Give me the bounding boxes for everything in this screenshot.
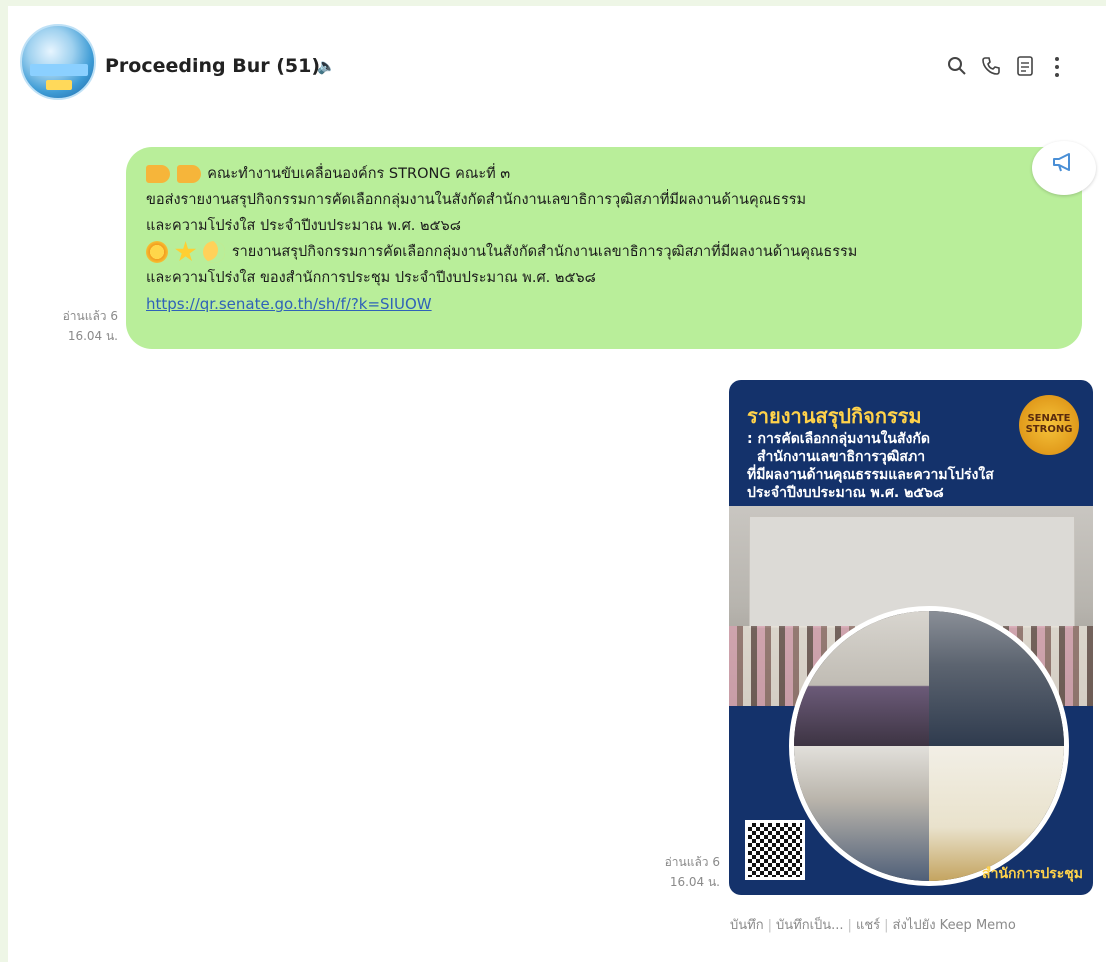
group-avatar[interactable] xyxy=(20,24,96,100)
share-action[interactable]: แชร์ xyxy=(856,918,880,933)
message-line: และความโปร่งใส ประจำปีงบประมาณ พ.ศ. ๒๕๖๘ xyxy=(146,218,461,234)
message-line: คณะทำงานขับเคลื่อนองค์กร STRONG คณะที่ ๓ xyxy=(146,161,1062,187)
message-link-line: https://qr.senate.go.th/sh/f/?k=SIUOW xyxy=(146,291,1062,318)
send-to-keep-memo-action[interactable]: ส่งไปยัง Keep Memo xyxy=(893,918,1016,933)
chat-header: Proceeding Bur (51) 🔈 xyxy=(8,6,1106,100)
collage-photo xyxy=(794,611,929,746)
read-receipt: อ่านแล้ว 6 xyxy=(62,309,118,323)
message-line: ขอส่งรายงานสรุปกิจกรรมการคัดเลือกกลุ่มงา… xyxy=(146,192,807,208)
message-link[interactable]: https://qr.senate.go.th/sh/f/?k=SIUOW xyxy=(146,295,432,313)
message-line-text: คณะทำงานขับเคลื่อนองค์กร STRONG คณะที่ ๓ xyxy=(207,166,511,182)
poster-subtitle-line: : การคัดเลือกกลุ่มงานในสังกัด xyxy=(747,431,930,447)
message-line-text: รายงานสรุปกิจกรรมการคัดเลือกกลุ่มงานในสั… xyxy=(231,244,858,260)
moon-icon xyxy=(203,241,226,263)
separator: | xyxy=(884,918,889,933)
chat-window: Proceeding Bur (51) 🔈 คณะทำงานขับเคลื่อน… xyxy=(8,6,1106,962)
avatar-tag-graphic xyxy=(46,80,72,90)
message-time: 16.04 น. xyxy=(669,875,720,889)
message-line: รายงานสรุปกิจกรรมการคัดเลือกกลุ่มงานในสั… xyxy=(146,239,1062,265)
message-time: 16.04 น. xyxy=(67,329,118,343)
senate-strong-seal-icon: SENATE STRONG xyxy=(1019,395,1079,455)
collage-photo xyxy=(929,746,1064,881)
message-read-info: อ่านแล้ว 6 16.04 น. xyxy=(48,306,118,346)
star-icon xyxy=(175,241,197,262)
image-read-info: อ่านแล้ว 6 16.04 น. xyxy=(648,852,720,892)
collage-photo xyxy=(929,611,1064,746)
poster-footer: สำนักการประชุม xyxy=(982,866,1083,882)
poster-photo-collage xyxy=(789,606,1069,886)
pointing-hand-icon xyxy=(176,165,201,183)
poster-subtitle: : การคัดเลือกกลุ่มงานในสังกัด สำนักงานเล… xyxy=(747,430,994,502)
poster-title: รายงานสรุปกิจกรรม xyxy=(747,404,922,428)
message-image-poster[interactable]: รายงานสรุปกิจกรรม : การคัดเลือกกลุ่มงานใ… xyxy=(729,380,1093,895)
save-as-action[interactable]: บันทึกเป็น... xyxy=(776,918,844,933)
phone-icon[interactable] xyxy=(978,56,1004,82)
save-action[interactable]: บันทึก xyxy=(730,918,764,933)
separator: | xyxy=(847,918,852,933)
speaker-muted-icon: 🔈 xyxy=(317,57,336,75)
sun-icon xyxy=(146,241,168,263)
megaphone-icon[interactable] xyxy=(1032,141,1096,195)
collage-photo xyxy=(794,746,929,881)
notes-icon[interactable] xyxy=(1012,56,1038,82)
message-line: และความโปร่งใส ของสำนักการประชุม ประจำปี… xyxy=(146,270,596,286)
qr-code-icon xyxy=(745,820,805,880)
more-icon[interactable] xyxy=(1044,56,1070,82)
seal-text: SENATE STRONG xyxy=(1025,413,1073,435)
search-icon[interactable] xyxy=(944,56,970,82)
poster-subtitle-line: สำนักงานเลขาธิการวุฒิสภา xyxy=(757,449,926,465)
image-action-bar: บันทึก | บันทึกเป็น... | แชร์ | ส่งไปยัง Keep … xyxy=(730,914,1016,935)
separator: | xyxy=(767,918,772,933)
poster-subtitle-line: ที่มีผลงานด้านคุณธรรมและความโปร่งใส xyxy=(747,467,994,483)
avatar-banner-graphic xyxy=(30,64,88,76)
read-receipt: อ่านแล้ว 6 xyxy=(664,855,720,869)
pointing-hand-icon xyxy=(146,165,170,183)
poster-subtitle-line: ประจำปีงบประมาณ พ.ศ. ๒๕๖๘ xyxy=(747,485,944,501)
message-bubble-text[interactable]: คณะทำงานขับเคลื่อนองค์กร STRONG คณะที่ ๓… xyxy=(126,147,1082,349)
chat-title[interactable]: Proceeding Bur (51) xyxy=(105,55,320,77)
